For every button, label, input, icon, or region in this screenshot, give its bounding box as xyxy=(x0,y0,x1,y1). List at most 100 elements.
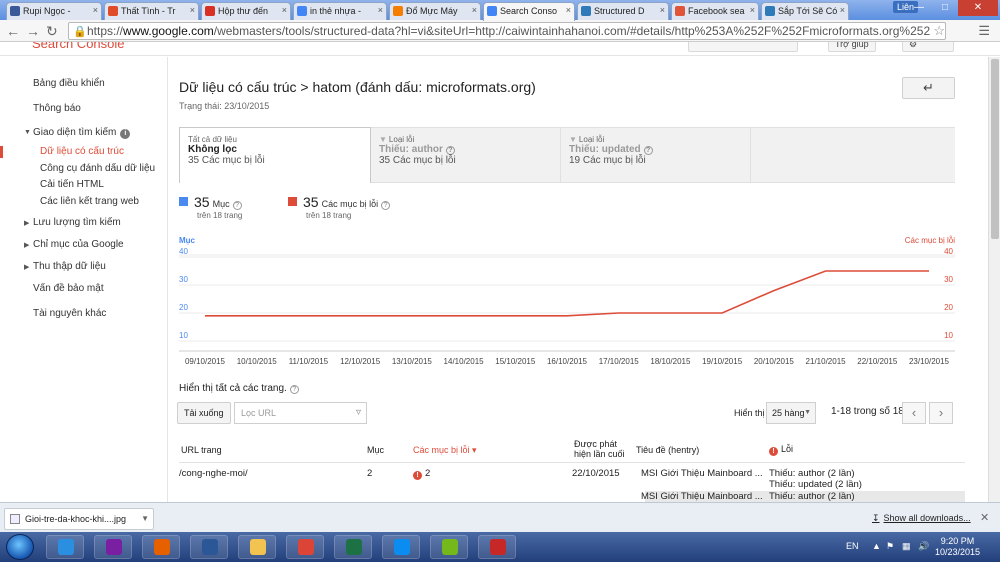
close-tab-icon[interactable]: × xyxy=(750,5,755,15)
flag-icon[interactable]: ⚑ xyxy=(886,541,894,552)
close-tab-icon[interactable]: × xyxy=(282,5,287,15)
settings-button[interactable]: ⚙ xyxy=(902,42,954,52)
help-button[interactable]: Trợ giúp xyxy=(828,42,876,52)
sidebar-item-other-resources[interactable]: Tài nguyên khác xyxy=(33,308,106,319)
close-tab-icon[interactable]: × xyxy=(378,5,383,15)
table-row[interactable]: /cong-nghe-moi/ 2 ! 2 22/10/2015 MSI Giới… xyxy=(179,466,965,490)
sidebar-item-html-improvements[interactable]: Cải tiến HTML xyxy=(40,179,104,190)
download-item[interactable]: Gioi-tre-da-khoc-khi....jpg ▼ xyxy=(4,508,154,530)
back-button[interactable]: ↵ xyxy=(902,77,955,99)
table-row[interactable]: MSI Giới Thiệu Mainboard ... Thiếu: auth… xyxy=(179,491,965,502)
close-tab-icon[interactable]: × xyxy=(840,5,845,15)
close-tab-icon[interactable]: × xyxy=(472,5,477,15)
col-error-items[interactable]: Các mục bị lỗi ▾ xyxy=(413,445,477,456)
address-bar[interactable]: 🔒 https://www.google.com/webmasters/tool… xyxy=(68,22,946,40)
reload-icon[interactable]: ↻ xyxy=(46,23,58,40)
url-filter-input[interactable]: Lọc URL ▿ xyxy=(234,402,367,424)
browser-tab[interactable]: Sắp Tới Sẽ Có × xyxy=(761,2,849,20)
language-indicator[interactable]: EN xyxy=(846,541,859,551)
excel-icon[interactable] xyxy=(334,535,372,559)
sidebar-item-dashboard[interactable]: Bảng điều khiển xyxy=(33,78,105,89)
system-clock[interactable]: 9:20 PM 10/23/2015 xyxy=(935,536,980,558)
browser-tab[interactable]: Structured D × xyxy=(577,2,669,20)
next-page-button[interactable]: › xyxy=(929,402,953,424)
back-nav-icon[interactable]: ← xyxy=(6,23,20,39)
help-icon[interactable]: ? xyxy=(643,146,653,155)
scrollbar-thumb[interactable] xyxy=(991,59,999,239)
sidebar-item-sitelinks[interactable]: Các liên kết trang web xyxy=(40,196,139,207)
row-title[interactable]: MSI Giới Thiệu Mainboard ... xyxy=(641,491,763,502)
zalo-icon[interactable] xyxy=(382,535,420,559)
row-title[interactable]: MSI Giới Thiệu Mainboard ... xyxy=(641,468,763,479)
coccoc-icon[interactable] xyxy=(430,535,468,559)
download-button[interactable]: Tải xuống xyxy=(177,402,231,424)
chevron-down-icon[interactable]: ▼ xyxy=(141,509,149,529)
help-icon[interactable]: ? xyxy=(445,146,455,155)
expand-down-icon[interactable]: ▼ xyxy=(24,129,31,136)
col-detected-line1: Được phát xyxy=(574,439,617,449)
close-icon[interactable]: ✕ xyxy=(980,511,989,524)
browser-tab[interactable]: Hộp thư đến × xyxy=(201,2,291,20)
close-tab-icon[interactable]: × xyxy=(660,5,665,15)
tab-all-data[interactable]: Tất cả dữ liệu Không lọc 35 Các mục bị l… xyxy=(179,127,371,183)
browser-tab[interactable]: Rupi Ngọc - × xyxy=(6,2,102,20)
sidebar-item-structured-data[interactable]: Dữ liệu có cấu trúc xyxy=(40,146,124,157)
help-icon[interactable]: ? xyxy=(381,201,391,210)
forward-nav-icon[interactable]: → xyxy=(26,23,40,39)
browser-tab[interactable]: in thẻ nhựa - × xyxy=(293,2,387,20)
help-icon[interactable]: ? xyxy=(289,385,299,394)
expand-right-icon[interactable]: ▶ xyxy=(24,219,29,227)
show-all-downloads-link[interactable]: ↧ Show all downloads... xyxy=(872,513,971,524)
site-selector-button[interactable] xyxy=(688,42,798,52)
browser-tab[interactable]: Search Conso × xyxy=(483,2,575,21)
minimize-icon[interactable]: — xyxy=(906,0,932,16)
col-items[interactable]: Mục xyxy=(367,445,384,455)
close-window-icon[interactable]: ✕ xyxy=(958,0,998,16)
maximize-icon[interactable]: □ xyxy=(932,0,958,16)
start-button[interactable] xyxy=(6,534,34,560)
browser-tab[interactable]: Thất Tình - Tr × xyxy=(104,2,199,20)
browser-tab[interactable]: Đổ Mực Máy × xyxy=(389,2,481,20)
app-icon[interactable] xyxy=(478,535,516,559)
chrome-icon[interactable] xyxy=(286,535,324,559)
col-url[interactable]: URL trang xyxy=(181,445,222,455)
expand-right-icon[interactable]: ▶ xyxy=(24,241,29,249)
help-icon[interactable]: ? xyxy=(232,201,242,210)
chevron-right-icon: › xyxy=(938,405,944,420)
sidebar-item-search-traffic[interactable]: Lưu lượng tìm kiếm xyxy=(33,217,121,228)
browser-tab[interactable]: Facebook sea × xyxy=(671,2,759,20)
tray-arrow-icon[interactable]: ▲ xyxy=(872,541,881,551)
network-icon[interactable]: ▦ xyxy=(902,541,911,552)
sidebar-item-crawl[interactable]: Thu thập dữ liệu xyxy=(33,261,106,272)
sidebar-item-security-issues[interactable]: Vấn đề bảo mật xyxy=(33,283,104,294)
close-tab-icon[interactable]: × xyxy=(190,5,195,15)
col-errors[interactable]: ! Lỗi xyxy=(769,444,793,456)
folder-icon[interactable] xyxy=(238,535,276,559)
word-icon[interactable] xyxy=(190,535,228,559)
yahoo-messenger-icon[interactable] xyxy=(94,535,132,559)
search-console-logo[interactable]: Search Console xyxy=(32,42,125,51)
prev-page-button[interactable]: ‹ xyxy=(902,402,926,424)
sidebar-item-search-appearance[interactable]: Giao diện tìm kiếm i xyxy=(33,127,131,139)
tab-missing-updated[interactable]: ▼ Loại lỗi Thiếu: updated? 19 Các mục bị … xyxy=(561,128,751,183)
errors-legend-swatch[interactable] xyxy=(288,197,297,206)
col-detected[interactable]: Được phát hiện lần cuối xyxy=(574,439,625,459)
bookmark-star-icon[interactable]: ☆ xyxy=(933,23,945,39)
info-icon[interactable]: i xyxy=(120,129,131,139)
firefox-icon[interactable] xyxy=(142,535,180,559)
vertical-scrollbar[interactable] xyxy=(988,57,1000,502)
close-tab-icon[interactable]: × xyxy=(566,5,571,15)
col-title[interactable]: Tiêu đề (hentry) xyxy=(636,445,699,455)
row-url[interactable]: /cong-nghe-moi/ xyxy=(179,468,248,479)
internet-explorer-icon[interactable] xyxy=(46,535,84,559)
volume-icon[interactable]: 🔊 xyxy=(918,541,929,552)
sidebar-item-google-index[interactable]: Chỉ mục của Google xyxy=(33,239,124,250)
sidebar-item-messages[interactable]: Thông báo xyxy=(33,103,81,114)
items-legend-swatch[interactable] xyxy=(179,197,188,206)
tab-missing-author[interactable]: ▼ Loại lỗi Thiếu: author? 35 Các mục bị l… xyxy=(371,128,561,183)
close-tab-icon[interactable]: × xyxy=(93,5,98,15)
rows-per-page-select[interactable]: 25 hàng ▼ xyxy=(766,402,816,424)
browser-menu-icon[interactable]: ☰ xyxy=(978,23,990,39)
expand-right-icon[interactable]: ▶ xyxy=(24,263,29,271)
sidebar-item-data-highlighter[interactable]: Công cụ đánh dấu dữ liệu xyxy=(40,163,155,174)
